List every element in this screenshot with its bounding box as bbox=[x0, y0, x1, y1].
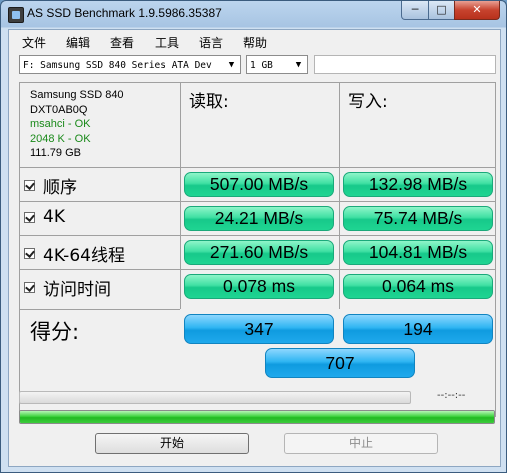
divider bbox=[20, 167, 495, 168]
divider bbox=[339, 83, 340, 309]
divider bbox=[20, 269, 495, 270]
alignment-status: 2048 K - OK bbox=[30, 132, 91, 145]
maximize-icon: □ bbox=[436, 3, 447, 16]
size-select-value: 1 GB bbox=[250, 60, 273, 71]
driver-status: msahci - OK bbox=[30, 118, 91, 130]
window-title: AS SSD Benchmark 1.9.5986.35387 bbox=[27, 6, 222, 20]
chevron-down-icon: ▼ bbox=[295, 60, 302, 70]
chevron-down-icon: ▼ bbox=[228, 60, 235, 70]
checkbox-icon[interactable] bbox=[24, 248, 35, 259]
menu-tools[interactable]: 工具 bbox=[155, 34, 179, 51]
test-4k64[interactable]: 4K-64线程 bbox=[24, 241, 125, 266]
menu-view[interactable]: 查看 bbox=[110, 34, 134, 51]
read-result: 0.078 ms bbox=[184, 274, 334, 299]
read-result: 24.21 MB/s bbox=[184, 206, 334, 231]
title-bar[interactable]: AS SSD Benchmark 1.9.5986.35387 ─ □ ✕ bbox=[1, 1, 506, 29]
test-label: 4K-64线程 bbox=[43, 246, 125, 266]
write-header: 写入: bbox=[348, 92, 388, 112]
app-window: AS SSD Benchmark 1.9.5986.35387 ─ □ ✕ 文件… bbox=[0, 0, 507, 473]
menu-file[interactable]: 文件 bbox=[22, 34, 46, 51]
read-result: 507.00 MB/s bbox=[184, 172, 334, 197]
total-progress-bar bbox=[19, 410, 495, 424]
menu-edit[interactable]: 编辑 bbox=[66, 34, 90, 51]
drive-capacity: 111.79 GB bbox=[30, 147, 81, 159]
client-area: 文件 编辑 查看 工具 语言 帮助 F: Samsung SSD 840 Ser… bbox=[8, 29, 501, 467]
menu-bar: 文件 编辑 查看 工具 语言 帮助 bbox=[9, 32, 499, 52]
test-access-time[interactable]: 访问时间 bbox=[24, 275, 111, 300]
read-header: 读取: bbox=[189, 92, 229, 112]
write-result: 132.98 MB/s bbox=[343, 172, 493, 197]
extra-field bbox=[314, 55, 496, 74]
test-seq[interactable]: 顺序 bbox=[24, 173, 77, 198]
test-label: 访问时间 bbox=[43, 280, 111, 300]
drive-firmware: DXT0AB0Q bbox=[30, 103, 88, 116]
size-select[interactable]: 1 GB ▼ bbox=[246, 55, 308, 74]
divider bbox=[180, 83, 181, 309]
write-result: 104.81 MB/s bbox=[343, 240, 493, 265]
total-score: 707 bbox=[265, 348, 415, 378]
read-score: 347 bbox=[184, 314, 334, 344]
elapsed-time: --:--:-- bbox=[437, 390, 466, 401]
checkbox-icon[interactable] bbox=[24, 282, 35, 293]
divider bbox=[20, 235, 495, 236]
test-label: 4K bbox=[43, 207, 65, 227]
divider bbox=[20, 201, 495, 202]
test-progress-bar bbox=[19, 391, 411, 404]
minimize-icon: ─ bbox=[411, 3, 419, 16]
score-label: 得分: bbox=[30, 320, 80, 344]
divider bbox=[20, 309, 180, 310]
minimize-button[interactable]: ─ bbox=[401, 1, 429, 20]
app-icon bbox=[8, 7, 24, 23]
test-label: 顺序 bbox=[43, 178, 77, 198]
test-4k[interactable]: 4K bbox=[24, 207, 65, 227]
checkbox-icon[interactable] bbox=[24, 180, 35, 191]
drive-model: Samsung SSD 840 bbox=[30, 89, 124, 101]
checkbox-icon[interactable] bbox=[24, 211, 35, 223]
close-button[interactable]: ✕ bbox=[454, 1, 500, 20]
results-grid: Samsung SSD 840 DXT0AB0Q msahci - OK 204… bbox=[19, 82, 496, 417]
menu-language[interactable]: 语言 bbox=[199, 34, 223, 51]
maximize-button[interactable]: □ bbox=[428, 1, 455, 20]
total-progress-fill bbox=[20, 411, 494, 423]
menu-help[interactable]: 帮助 bbox=[243, 34, 267, 51]
start-button[interactable]: 开始 bbox=[95, 433, 249, 454]
write-result: 75.74 MB/s bbox=[343, 206, 493, 231]
write-score: 194 bbox=[343, 314, 493, 344]
drive-info: Samsung SSD 840 DXT0AB0Q msahci - OK 204… bbox=[30, 88, 124, 161]
drive-select-value: F: Samsung SSD 840 Series ATA Dev bbox=[23, 60, 212, 71]
stop-button[interactable]: 中止 bbox=[284, 433, 438, 454]
close-icon: ✕ bbox=[472, 3, 482, 16]
write-result: 0.064 ms bbox=[343, 274, 493, 299]
drive-select[interactable]: F: Samsung SSD 840 Series ATA Dev ▼ bbox=[19, 55, 241, 74]
read-result: 271.60 MB/s bbox=[184, 240, 334, 265]
